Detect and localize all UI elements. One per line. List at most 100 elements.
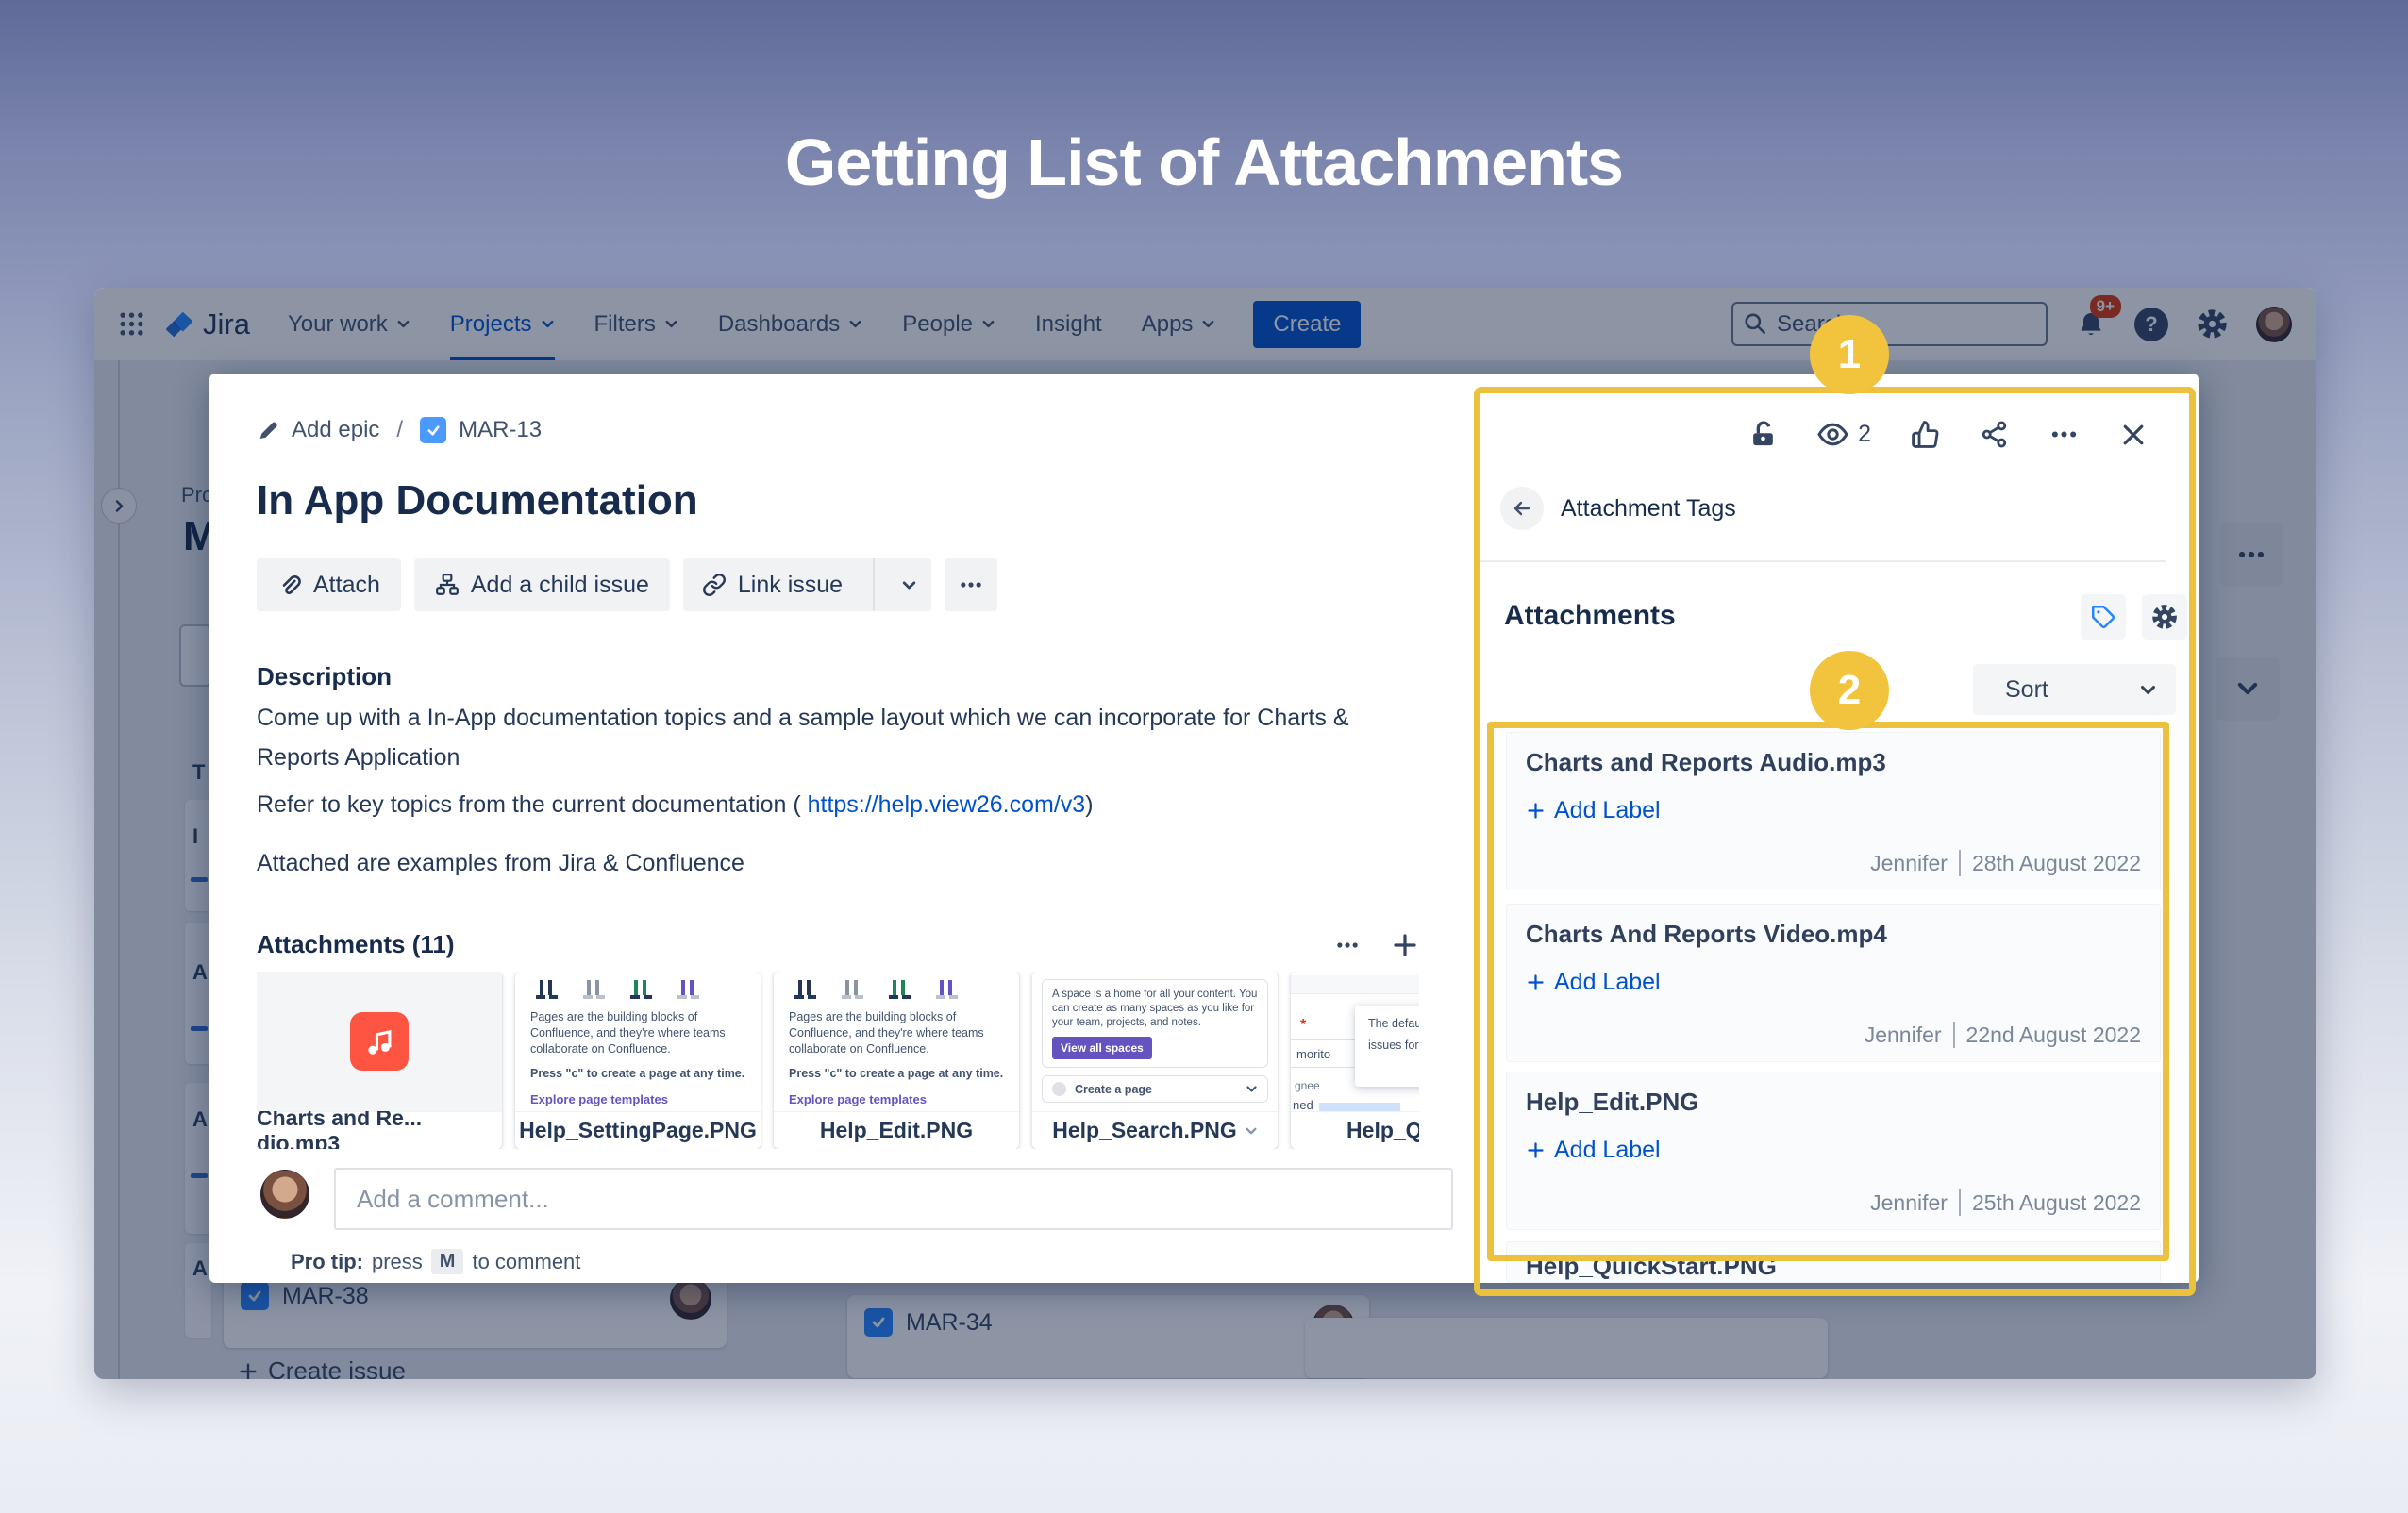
image-preview: A space is a home for all your content. … [1032,972,1278,1111]
view-all-spaces-button: View all spaces [1052,1037,1152,1059]
attachments-panel-heading: Attachments [1504,600,1676,632]
panel-title: Attachment Tags [1561,495,1736,523]
attachment-meta: Jennifer 22nd August 2022 [1865,1022,2141,1048]
panel-back-row: Attachment Tags [1500,487,1736,530]
date: 22nd August 2022 [1966,1023,2141,1048]
plus-icon [1526,973,1546,992]
callout-number-1: 1 [1810,315,1889,394]
date: 25th August 2022 [1972,1190,2141,1216]
attachment-filename: Charts and Re... dio.mp3 [257,1111,502,1149]
issue-key-link[interactable]: MAR-13 [459,417,542,443]
description-heading: Description [257,662,392,691]
task-type-icon [420,417,446,443]
attachment-filename: Help_SettingPage.PNG [515,1111,761,1149]
button-divider [873,558,875,611]
figures-illustration [530,977,719,1002]
page-title: Getting List of Attachments [0,125,2408,200]
attachments-more-icon[interactable] [1334,932,1361,958]
eye-icon [1817,419,1848,450]
attachment-list-item[interactable]: Charts And Reports Video.mp4 Add Label J… [1506,904,2161,1062]
child-issue-icon [435,573,460,597]
breadcrumb-separator: / [392,417,408,443]
arrow-left-icon [1511,497,1533,520]
more-actions-button[interactable] [945,558,997,611]
attachment-list-item[interactable]: Help_QuickStart.PNG [1506,1241,2161,1283]
attachment-name: Help_Edit.PNG [1526,1088,1698,1117]
add-epic-link[interactable]: Add epic [292,417,379,443]
callout-number-2: 2 [1810,651,1889,730]
ellipsis-icon [958,572,984,598]
documentation-link[interactable]: https://help.view26.com/v3 [808,791,1086,818]
attachment-name: Charts And Reports Video.mp4 [1526,920,1887,949]
attachment-thumbnail-audio[interactable]: Charts and Re... dio.mp3 [257,972,502,1149]
close-icon[interactable] [2119,421,2148,449]
attachment-meta: Jennifer 28th August 2022 [1870,850,2141,876]
description-paragraph: Refer to key topics from the current doc… [257,785,1417,824]
image-preview: * morito gnee ned The defaul issues for [1291,972,1419,1111]
issue-toolbar: Attach Add a child issue Link issue [257,558,997,611]
attach-button[interactable]: Attach [257,558,401,611]
jira-app-window: Jira Your work Projects Filters Dashboar… [94,288,2316,1379]
figures-illustration [789,977,978,1002]
attachments-heading: Attachments (11) [257,930,455,959]
chevron-down-icon [1246,1083,1258,1095]
more-actions-icon[interactable] [2048,419,2080,450]
comment-input[interactable] [334,1168,1453,1230]
thumbs-up-icon[interactable] [1911,420,1940,449]
music-note-icon [350,1012,409,1071]
chevron-down-icon [2139,681,2157,699]
back-button[interactable] [1500,487,1544,530]
link-icon [702,573,727,597]
attachment-thumbnail-image[interactable]: A space is a home for all your content. … [1032,972,1278,1149]
panel-settings-button[interactable] [2142,594,2187,640]
link-issue-button[interactable]: Link issue [683,558,931,611]
description-paragraph: Attached are examples from Jira & Conflu… [257,843,1417,883]
share-icon[interactable] [1980,420,2009,449]
watchers-button[interactable]: 2 [1817,419,1871,450]
paperclip-icon [277,573,302,597]
attachment-name: Charts and Reports Audio.mp3 [1526,748,1886,777]
attachment-thumbnails: Charts and Re... dio.mp3 Pages are the b… [257,972,1419,1149]
add-label-button[interactable]: Add Label [1526,1137,1661,1164]
audio-preview [257,972,502,1111]
attachment-thumbnail-image[interactable]: * morito gnee ned The defaul issues for … [1291,972,1419,1149]
issue-action-icons: 2 [1748,419,2148,450]
status-circle-icon [1052,1082,1066,1096]
add-child-issue-button[interactable]: Add a child issue [414,558,670,611]
comment-protip: Pro tip: press M to comment [291,1249,580,1274]
author: Jennifer [1870,1190,1948,1216]
add-label-button[interactable]: Add Label [1526,969,1661,996]
issue-modal: Add epic / MAR-13 In App Documentation A… [209,374,2199,1283]
description-paragraph: Come up with a In-App documentation topi… [257,698,1417,777]
attachment-list-item[interactable]: Help_Edit.PNG Add Label Jennifer 25th Au… [1506,1072,2161,1230]
breadcrumb: Add epic / MAR-13 [257,417,542,443]
add-attachment-icon[interactable] [1391,931,1419,959]
attachment-filename: Help_QuickS [1291,1111,1419,1149]
attachment-list-item[interactable]: Charts and Reports Audio.mp3 Add Label J… [1506,732,2161,890]
attachment-meta: Jennifer 25th August 2022 [1870,1189,2141,1216]
tag-button[interactable] [2081,594,2126,640]
date: 28th August 2022 [1972,851,2141,876]
attachment-thumbnail-image[interactable]: Pages are the building blocks of Conflue… [774,972,1019,1149]
keyboard-key-m: M [431,1249,464,1274]
attachments-header: Attachments (11) [257,930,1419,959]
plus-icon [1526,1140,1546,1160]
panel-divider [1477,560,2166,562]
link-issue-dropdown[interactable] [886,558,931,611]
gear-icon [2151,604,2178,630]
sort-dropdown[interactable]: Sort [1973,664,2176,715]
watchers-count: 2 [1858,421,1871,448]
plus-icon [1526,801,1546,821]
author: Jennifer [1870,851,1948,876]
unlock-icon[interactable] [1748,420,1778,449]
attachment-thumbnail-image[interactable]: Pages are the building blocks of Conflue… [515,972,761,1149]
author: Jennifer [1865,1023,1942,1048]
current-user-avatar [260,1170,309,1219]
pencil-icon [257,419,279,441]
issue-title[interactable]: In App Documentation [257,477,698,524]
image-preview: Pages are the building blocks of Conflue… [774,972,1019,1111]
add-label-button[interactable]: Add Label [1526,797,1661,824]
attachment-filename: Help_Edit.PNG [774,1111,1019,1149]
attachment-name: Help_QuickStart.PNG [1526,1252,1777,1281]
attachment-filename: Help_Search.PNG [1032,1111,1278,1149]
